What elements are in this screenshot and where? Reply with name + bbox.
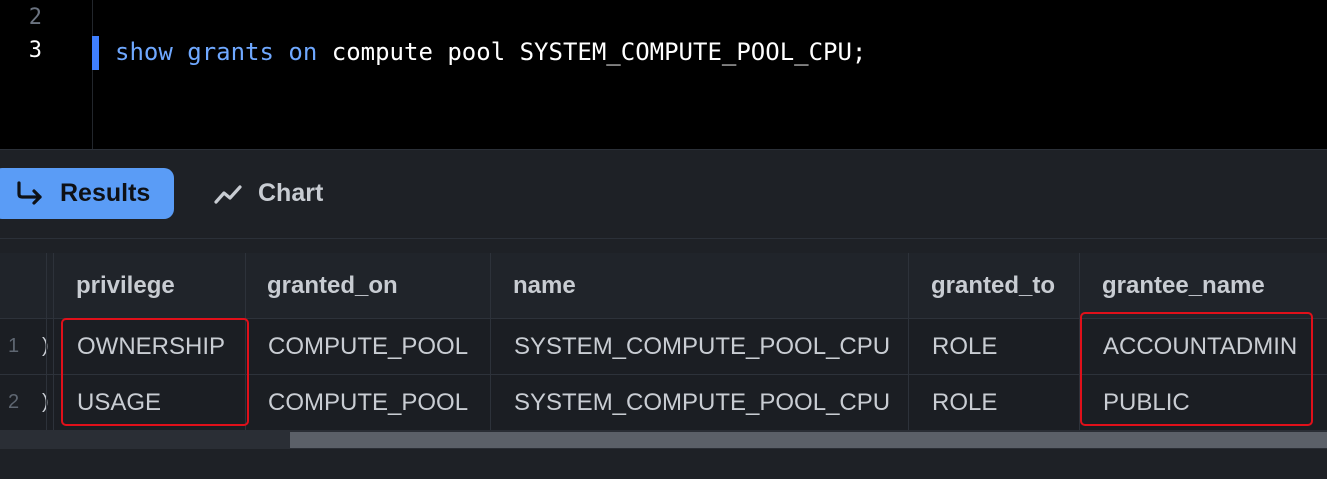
sql-editor[interactable]: 2 3 show grants on compute pool SYSTEM_C… [0,0,1327,149]
tab-chart[interactable]: Chart [212,168,323,219]
results-panel: Results Chart privilege granted_on name … [0,149,1327,479]
column-divider[interactable] [53,253,54,430]
cell-clipped: ) [42,375,52,430]
column-divider [46,253,47,430]
cell-granted-to[interactable]: ROLE [932,375,1079,430]
column-header-grantee-name[interactable]: grantee_name [1102,253,1327,318]
tab-results[interactable]: Results [0,168,174,219]
grantee-highlight-box [1080,312,1313,426]
return-arrow-icon [14,180,46,208]
column-divider[interactable] [490,253,491,430]
column-header-granted-on[interactable]: granted_on [267,253,489,318]
active-line-indicator [92,36,99,70]
panel-divider [0,149,1327,150]
cell-granted-on[interactable]: COMPUTE_POOL [268,375,490,430]
cell-clipped: ) [42,319,52,374]
cell-granted-on[interactable]: COMPUTE_POOL [268,319,490,374]
column-header-name[interactable]: name [513,253,907,318]
sql-keyword-show: show [115,38,173,66]
code-text: compute pool SYSTEM_COMPUTE_POOL_CPU; [317,38,867,66]
column-divider[interactable] [908,253,909,430]
column-header-granted-to[interactable]: granted_to [931,253,1078,318]
cell-granted-to[interactable]: ROLE [932,319,1079,374]
line-chart-icon [212,182,244,206]
cell-name[interactable]: SYSTEM_COMPUTE_POOL_CPU [514,375,908,430]
sql-keyword-grants: grants [187,38,274,66]
tab-chart-label: Chart [258,179,324,207]
tab-results-label: Results [60,179,151,207]
gutter-divider [92,0,93,149]
privilege-highlight-box [61,318,249,426]
line-number: 2 [28,5,42,30]
row-number: 1 [8,335,20,357]
scrollbar-thumb[interactable] [290,432,1327,448]
column-header-privilege[interactable]: privilege [76,253,244,318]
row-number: 2 [8,391,20,413]
tabs-divider [0,238,1327,239]
code-line[interactable]: show grants on compute pool SYSTEM_COMPU… [115,36,866,68]
sql-keyword-on: on [288,38,318,66]
table-header-row: privilege granted_on name granted_to gra… [0,253,1327,319]
line-number-active: 3 [28,38,42,63]
cell-name[interactable]: SYSTEM_COMPUTE_POOL_CPU [514,319,908,374]
